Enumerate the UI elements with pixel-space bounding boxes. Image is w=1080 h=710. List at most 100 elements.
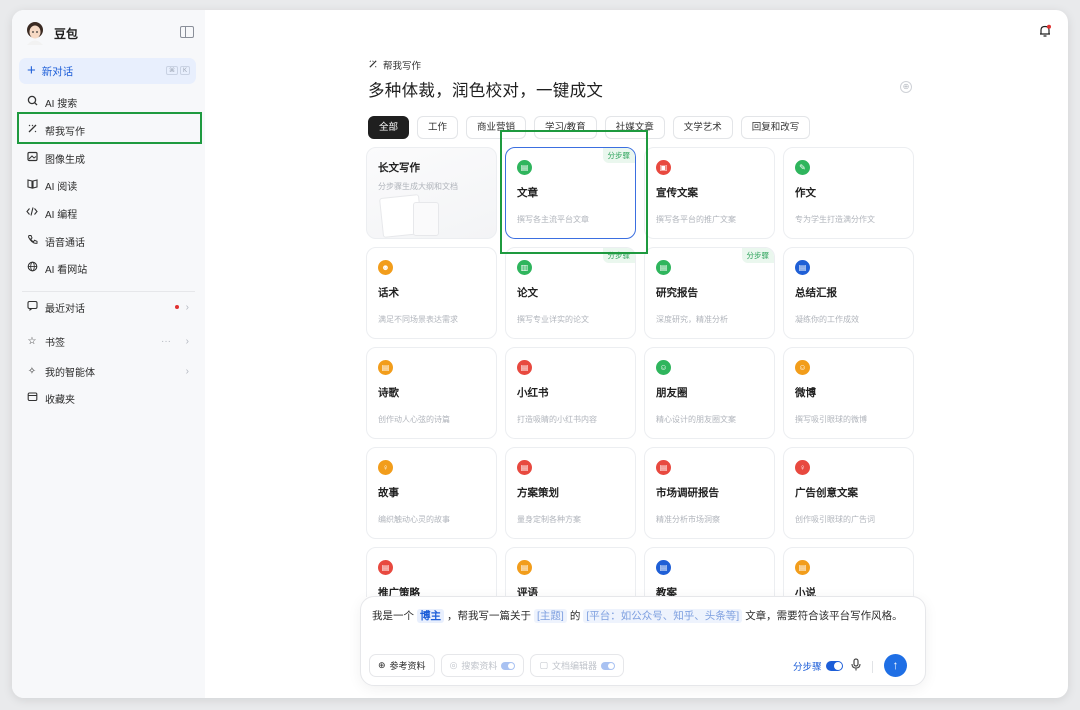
folder-icon: [26, 391, 38, 405]
card-comment[interactable]: ▤ 评语: [505, 547, 636, 597]
card-title: 长文写作: [378, 162, 420, 174]
sidebar-item-voice[interactable]: 语音通话: [18, 228, 201, 254]
card-long-writing[interactable]: 长文写作 分步骤生成大纲和文档: [366, 147, 497, 239]
card-ad-copy[interactable]: ♀ 广告创意文案 创作吸引眼球的广告词: [783, 447, 914, 539]
card-market-research[interactable]: ▤ 市场调研报告 精准分析市场洞察: [644, 447, 775, 539]
sidebar-item-favorites[interactable]: 收藏夹: [18, 385, 201, 411]
shortcut-key-k: K: [179, 66, 190, 75]
info-icon[interactable]: ⊕: [900, 81, 912, 93]
toolbar-divider: [872, 661, 873, 673]
step-toggle[interactable]: 分步骤: [793, 659, 843, 673]
editor-toggle[interactable]: ▢ 文档编辑器: [530, 654, 624, 677]
send-button[interactable]: ↑: [884, 654, 907, 677]
card-title: 论文: [517, 287, 538, 299]
book-icon: [26, 178, 38, 192]
summary-report-icon: ▤: [795, 260, 810, 275]
card-planning[interactable]: ▤ 方案策划 量身定制各种方案: [505, 447, 636, 539]
unread-dot: [175, 305, 179, 309]
sidebar-item-label: 最近对话: [45, 303, 85, 315]
prompt-text: ，帮我写一篇关于: [447, 610, 531, 622]
sidebar-divider: [22, 291, 195, 292]
role-chip[interactable]: 博主: [417, 609, 444, 623]
sidebar-item-label: AI 编程: [45, 209, 78, 221]
poem-icon: ▤: [378, 360, 393, 375]
globe-icon: [26, 261, 38, 275]
card-poem[interactable]: ▤ 诗歌 创作动人心弦的诗篇: [366, 347, 497, 439]
globe-icon: ◎: [449, 660, 458, 670]
card-title: 朋友圈: [656, 387, 688, 399]
sidebar-item-website[interactable]: AI 看网站: [18, 255, 201, 281]
promo-copy-icon: ▣: [656, 160, 671, 175]
sidebar-item-image[interactable]: 图像生成: [18, 145, 201, 171]
card-desc: 创作吸引眼球的广告词: [795, 515, 875, 524]
reference-button[interactable]: ⊕ 参考资料: [369, 654, 435, 677]
card-thesis[interactable]: ▥ 论文 撰写专业详实的论文 分步骤: [505, 247, 636, 339]
sidebar-collapse-icon[interactable]: [180, 26, 194, 38]
sidebar-item-label: AI 看网站: [45, 264, 88, 276]
essay-icon: ✎: [795, 160, 810, 175]
plus-circle-icon: ⊕: [378, 660, 386, 670]
prompt-input[interactable]: 我是一个 博主 ，帮我写一篇关于 [主题] 的 [平台：如公众号、知乎、头条等] 文章，需要…: [372, 606, 917, 627]
tab-reply[interactable]: 回复和改写: [740, 116, 811, 139]
card-desc: 撰写吸引眼球的微博: [795, 415, 867, 424]
card-desc: 专为学生打造满分作文: [795, 215, 875, 224]
step-label: 分步骤: [793, 662, 822, 673]
editor-label: 文档编辑器: [551, 661, 597, 671]
card-desc: 量身定制各种方案: [517, 515, 581, 524]
card-script[interactable]: ☻ 话术 满足不同场景表达需求: [366, 247, 497, 339]
card-story[interactable]: ♀ 故事 编织触动心灵的故事: [366, 447, 497, 539]
card-summary-report[interactable]: ▤ 总结汇报凝练你的工作成效: [783, 247, 914, 339]
card-desc: 精心设计的朋友圈文案: [656, 415, 736, 424]
editor-switch[interactable]: [600, 661, 615, 670]
story-icon: ♀: [378, 460, 393, 475]
tab-all[interactable]: 全部: [368, 116, 410, 139]
card-desc: 分步骤生成大纲和文档: [378, 182, 458, 191]
reference-label: 参考资料: [389, 661, 426, 671]
sidebar-item-recent[interactable]: 最近对话 ›: [18, 294, 201, 320]
microphone-icon[interactable]: [851, 658, 861, 674]
app-window: 豆包 + 新对话 ⌘ K AI 搜索 帮我写作 图像生成 AI 阅读 AI 编程…: [12, 10, 1068, 698]
chevron-right-icon: ›: [185, 335, 189, 347]
more-icon[interactable]: ···: [161, 336, 171, 347]
sidebar-item-bookmarks[interactable]: ☆ 书签 ··· ›: [18, 328, 201, 354]
ad-copy-icon: ♀: [795, 460, 810, 475]
card-novel[interactable]: ▤ 小说: [783, 547, 914, 597]
pen-icon: [368, 59, 378, 72]
card-essay[interactable]: ✎ 作文 专为学生打造满分作文: [783, 147, 914, 239]
card-title: 话术: [378, 287, 399, 299]
avatar: [24, 21, 46, 45]
card-desc: 打造吸睛的小红书内容: [517, 415, 597, 424]
card-weibo[interactable]: ☺ 微博 撰写吸引眼球的微博: [783, 347, 914, 439]
card-research-report[interactable]: ▤ 研究报告 深度研究，精准分析 分步骤: [644, 247, 775, 339]
brand[interactable]: 豆包: [24, 21, 78, 45]
card-promotion-strategy[interactable]: ▤ 推广策略: [366, 547, 497, 597]
card-title: 总结汇报: [795, 287, 837, 299]
platform-slot[interactable]: [平台：如公众号、知乎、头条等]: [583, 609, 743, 623]
card-desc: 凝练你的工作成效: [795, 315, 859, 324]
search-switch[interactable]: [501, 661, 516, 670]
new-chat-button[interactable]: + 新对话 ⌘ K: [19, 58, 196, 84]
highlight-box-sidebar: [17, 112, 202, 144]
card-moments[interactable]: ☺ 朋友圈 精心设计的朋友圈文案: [644, 347, 775, 439]
card-lesson-plan[interactable]: ▤ 教案: [644, 547, 775, 597]
tab-work[interactable]: 工作: [417, 116, 459, 139]
page-title: 多种体裁，润色校对，一键成文: [368, 82, 604, 100]
step-badge: 分步骤: [741, 248, 774, 263]
promotion-strategy-icon: ▤: [378, 560, 393, 575]
sidebar-item-coding[interactable]: AI 编程: [18, 200, 201, 226]
planning-icon: ▤: [517, 460, 532, 475]
search-toggle[interactable]: ◎ 搜索资料: [440, 654, 525, 677]
chat-icon: [26, 300, 38, 314]
topic-slot[interactable]: [主题]: [534, 609, 567, 623]
card-xiaohongshu[interactable]: ▤ 小红书 打造吸睛的小红书内容: [505, 347, 636, 439]
prompt-text: 的: [569, 610, 581, 622]
step-switch[interactable]: [825, 661, 843, 671]
sidebar-item-label: 书签: [45, 337, 65, 349]
card-promo-copy[interactable]: ▣ 宣传文案 撰写各平台的推广文案: [644, 147, 775, 239]
sidebar-item-agents[interactable]: ✧ 我的智能体 ›: [18, 358, 201, 384]
tab-literature[interactable]: 文学艺术: [672, 116, 733, 139]
composer: 我是一个 博主 ，帮我写一篇关于 [主题] 的 [平台：如公众号、知乎、头条等] 文章，需要…: [360, 596, 926, 686]
highlight-box-card: [500, 130, 648, 254]
sidebar-item-label: 语音通话: [45, 237, 85, 249]
sidebar-item-reading[interactable]: AI 阅读: [18, 172, 201, 198]
